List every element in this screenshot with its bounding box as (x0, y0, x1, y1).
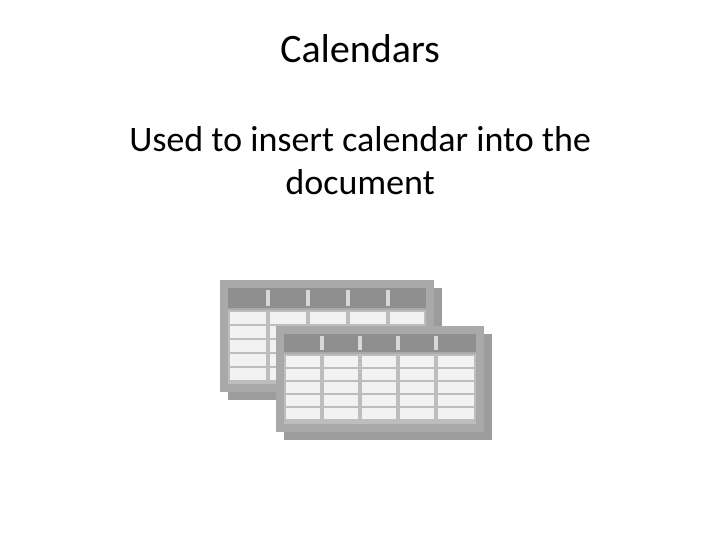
slide: Calendars Used to insert calendar into t… (0, 0, 720, 540)
slide-subtitle: Used to insert calendar into the documen… (60, 118, 660, 204)
slide-title: Calendars (0, 24, 720, 73)
calendar-tables-icon (220, 280, 500, 460)
